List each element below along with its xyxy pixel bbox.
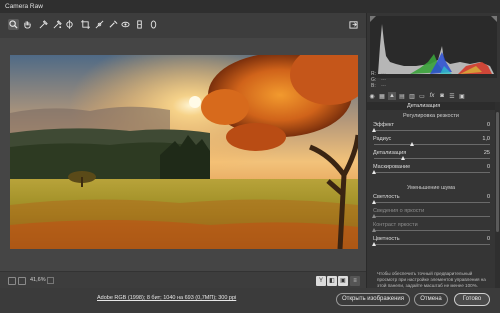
slider-label: Эффект — [373, 122, 395, 128]
white-balance-icon[interactable] — [38, 19, 49, 30]
preview-image[interactable] — [10, 55, 358, 249]
cancel-button[interactable]: Отмена — [414, 293, 448, 306]
panel-title: Детализация — [407, 103, 441, 109]
luminance-detail-slider: Сведения о яркости — [371, 208, 495, 220]
title-bar: Camera Raw — [0, 0, 500, 13]
toolbar — [0, 13, 366, 38]
slider-value[interactable]: 0 — [487, 164, 490, 170]
done-button[interactable]: Готово — [454, 293, 490, 306]
noise-reduction-title: Уменьшение шума — [406, 185, 456, 191]
slider-label: Маскирование — [373, 164, 411, 170]
preview-mode-button[interactable]: ◧ — [327, 276, 337, 286]
slider-track[interactable] — [374, 244, 490, 245]
effects-panel-icon[interactable]: fx — [428, 92, 436, 100]
sharpen-masking-slider[interactable]: Маскирование 0 — [371, 164, 495, 176]
slider-value[interactable]: 1,0 — [482, 136, 490, 142]
bottom-bar: 41,6% Y ◧ ▣ ≡ — [0, 271, 366, 288]
slider-thumb[interactable] — [371, 242, 376, 246]
tone-curve-icon[interactable]: ▦ — [378, 92, 386, 100]
slider-thumb — [371, 228, 376, 232]
slider-label: Контраст яркости — [373, 222, 418, 228]
histogram-b-value: --- — [381, 83, 386, 89]
histogram-b-label: B: — [371, 83, 376, 89]
adjustment-brush-icon[interactable] — [134, 19, 145, 30]
hand-icon[interactable] — [22, 19, 33, 30]
histogram — [370, 16, 497, 78]
crop-icon[interactable] — [80, 19, 91, 30]
scrollbar-thumb[interactable] — [496, 112, 499, 232]
slider-thumb[interactable] — [371, 170, 376, 174]
targeted-adjustment-icon[interactable] — [64, 19, 75, 30]
snapshots-icon[interactable]: ▣ — [458, 92, 466, 100]
right-panel: R: G: B: --- --- --- ◉ ▦ ▲ ▤ ▥ ▭ fx ◙ ☰ … — [366, 13, 500, 288]
slider-value[interactable]: 25 — [484, 150, 490, 156]
slider-label: Радиус — [373, 136, 392, 142]
window-title: Camera Raw — [5, 3, 43, 10]
preview-layout-button[interactable]: ▣ — [338, 276, 348, 286]
panel-header: Детализация — [367, 102, 495, 110]
hsl-panel-icon[interactable]: ▤ — [398, 92, 406, 100]
luminance-slider[interactable]: Светлость 0 — [371, 194, 495, 206]
zoom-icon[interactable] — [8, 19, 19, 30]
slider-track[interactable] — [374, 158, 490, 159]
zoom-dropdown-icon[interactable] — [47, 277, 54, 284]
slider-thumb[interactable] — [371, 200, 376, 204]
slider-value[interactable]: 0 — [487, 194, 490, 200]
presets-icon[interactable]: ☰ — [448, 92, 456, 100]
workflow-options-link[interactable]: Adobe RGB (1998); 8 бит; 1040 на 693 (0,… — [97, 295, 236, 301]
basic-panel-icon[interactable]: ◉ — [368, 92, 376, 100]
slider-value[interactable]: 0 — [487, 122, 490, 128]
lens-corrections-icon[interactable]: ▭ — [418, 92, 426, 100]
straighten-icon[interactable] — [94, 19, 105, 30]
split-toning-icon[interactable]: ▥ — [408, 92, 416, 100]
detail-panel-icon[interactable]: ▲ — [388, 92, 396, 100]
slider-thumb[interactable] — [371, 128, 376, 132]
slider-thumb[interactable] — [400, 156, 405, 160]
zoom-level[interactable]: 41,6% — [30, 277, 46, 283]
red-eye-icon[interactable] — [120, 19, 131, 30]
sharpen-amount-slider[interactable]: Эффект 0 — [371, 122, 495, 134]
luminance-contrast-slider: Контраст яркости — [371, 222, 495, 234]
slider-value[interactable]: 0 — [487, 236, 490, 242]
zoom-in-icon[interactable] — [18, 277, 26, 285]
spot-removal-icon[interactable] — [108, 19, 119, 30]
slider-track[interactable] — [374, 130, 490, 131]
slider-label: Светлость — [373, 194, 400, 200]
radial-filter-icon[interactable] — [148, 19, 159, 30]
panel-scrollbar[interactable] — [495, 102, 500, 288]
zoom-out-icon[interactable] — [8, 277, 16, 285]
slider-track[interactable] — [374, 172, 490, 173]
preview-settings-icon[interactable]: ≡ — [350, 276, 360, 286]
color-noise-slider[interactable]: Цветность 0 — [371, 236, 495, 248]
sharpen-detail-slider[interactable]: Детализация 25 — [373, 150, 495, 162]
slider-thumb — [371, 214, 376, 218]
slider-thumb[interactable] — [409, 142, 414, 146]
open-images-button[interactable]: Открыть изображения — [336, 293, 410, 306]
sharpen-radius-slider[interactable]: Радиус 1,0 — [373, 136, 495, 148]
color-sampler-icon[interactable] — [52, 19, 63, 30]
slider-label: Сведения о яркости — [373, 208, 425, 214]
slider-track — [374, 216, 490, 217]
slider-track[interactable] — [374, 202, 490, 203]
slider-track — [374, 230, 490, 231]
slider-label: Цветность — [373, 236, 400, 242]
footer: Adobe RGB (1998); 8 бит; 1040 на 693 (0,… — [0, 288, 500, 313]
open-in-photoshop-icon[interactable] — [348, 19, 359, 30]
before-after-toggle-button[interactable]: Y — [316, 276, 326, 286]
zoom-hint-text: Чтобы обеспечить точный предварительный … — [377, 271, 486, 288]
preview-area — [0, 38, 366, 271]
camera-calibration-icon[interactable]: ◙ — [438, 92, 446, 100]
slider-track[interactable] — [374, 144, 490, 145]
panel-tabs: ◉ ▦ ▲ ▤ ▥ ▭ fx ◙ ☰ ▣ — [367, 91, 500, 101]
sharpening-title: Регулировка резкости — [403, 113, 459, 119]
